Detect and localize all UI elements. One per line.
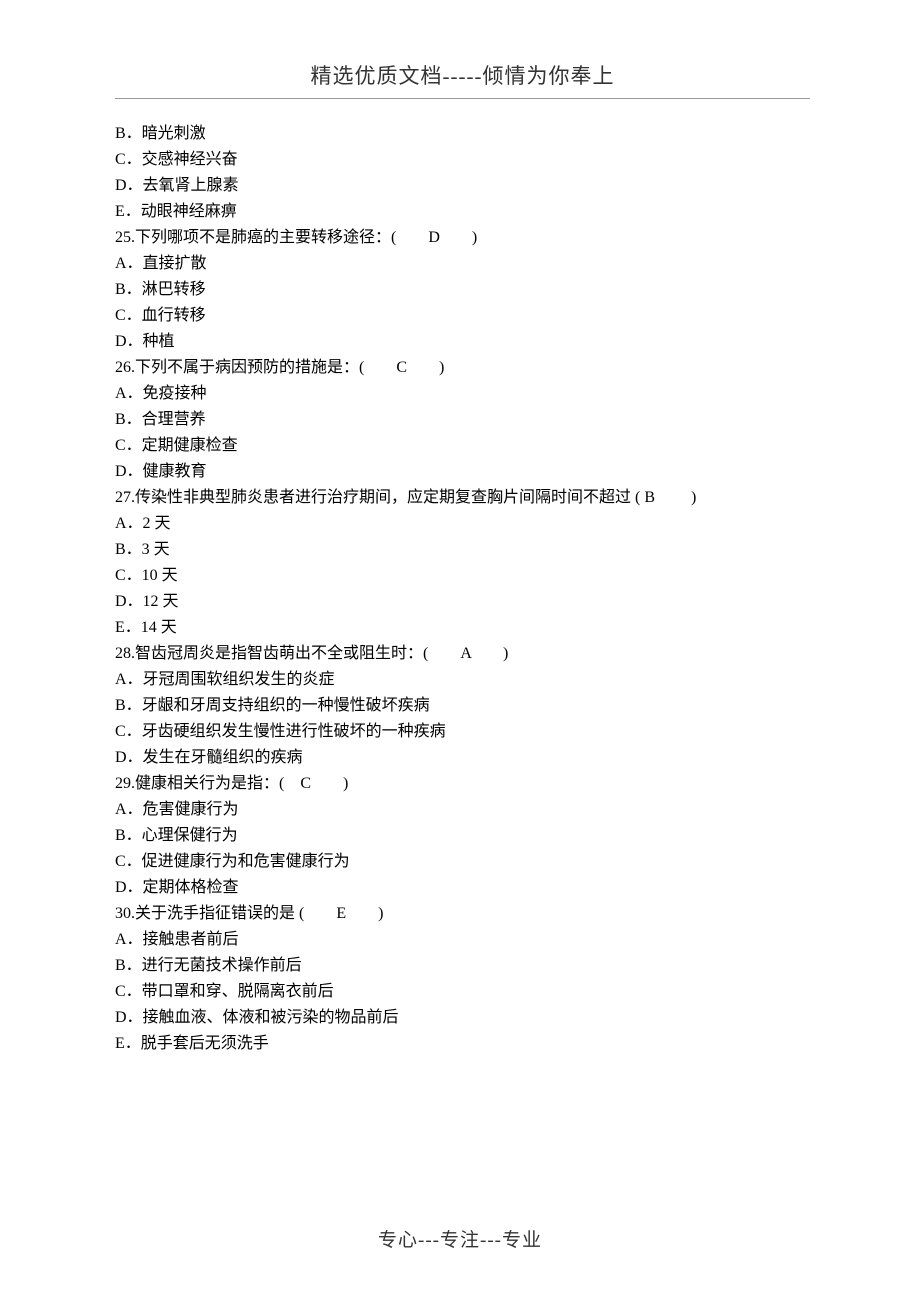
text-line: 25.下列哪项不是肺癌的主要转移途径：( D ) xyxy=(115,225,810,251)
document-page: 精选优质文档-----倾情为你奉上 B．暗光刺激C．交感神经兴奋D．去氧肾上腺素… xyxy=(0,0,920,1302)
text-line: B．心理保健行为 xyxy=(115,823,810,849)
text-line: D．种植 xyxy=(115,329,810,355)
text-line: A．危害健康行为 xyxy=(115,797,810,823)
text-line: B．淋巴转移 xyxy=(115,277,810,303)
text-line: 30.关于洗手指征错误的是 ( E ) xyxy=(115,901,810,927)
text-line: B．进行无菌技术操作前后 xyxy=(115,953,810,979)
text-line: C．带口罩和穿、脱隔离衣前后 xyxy=(115,979,810,1005)
text-line: A．接触患者前后 xyxy=(115,927,810,953)
text-line: 27.传染性非典型肺炎患者进行治疗期间，应定期复查胸片间隔时间不超过 ( B ) xyxy=(115,485,810,511)
text-line: A．2 天 xyxy=(115,511,810,537)
text-line: E．14 天 xyxy=(115,615,810,641)
text-line: 26.下列不属于病因预防的措施是：( C ) xyxy=(115,355,810,381)
text-line: B．暗光刺激 xyxy=(115,121,810,147)
text-line: 28.智齿冠周炎是指智齿萌出不全或阻生时：( A ) xyxy=(115,641,810,667)
text-line: D．健康教育 xyxy=(115,459,810,485)
text-line: C．牙齿硬组织发生慢性进行性破坏的一种疾病 xyxy=(115,719,810,745)
text-line: B．牙龈和牙周支持组织的一种慢性破坏疾病 xyxy=(115,693,810,719)
text-line: A．直接扩散 xyxy=(115,251,810,277)
document-content: B．暗光刺激C．交感神经兴奋D．去氧肾上腺素E．动眼神经麻痹25.下列哪项不是肺… xyxy=(115,121,810,1057)
text-line: E．动眼神经麻痹 xyxy=(115,199,810,225)
text-line: B．3 天 xyxy=(115,537,810,563)
text-line: A．免疫接种 xyxy=(115,381,810,407)
text-line: C．10 天 xyxy=(115,563,810,589)
text-line: D．接触血液、体液和被污染的物品前后 xyxy=(115,1005,810,1031)
text-line: D．定期体格检查 xyxy=(115,875,810,901)
text-line: C．定期健康检查 xyxy=(115,433,810,459)
page-header: 精选优质文档-----倾情为你奉上 xyxy=(115,60,810,99)
text-line: 29.健康相关行为是指：( C ) xyxy=(115,771,810,797)
text-line: D．去氧肾上腺素 xyxy=(115,173,810,199)
text-line: D．发生在牙髓组织的疾病 xyxy=(115,745,810,771)
text-line: B．合理营养 xyxy=(115,407,810,433)
text-line: E．脱手套后无须洗手 xyxy=(115,1031,810,1057)
text-line: C．血行转移 xyxy=(115,303,810,329)
text-line: C．交感神经兴奋 xyxy=(115,147,810,173)
text-line: C．促进健康行为和危害健康行为 xyxy=(115,849,810,875)
page-footer: 专心---专注---专业 xyxy=(0,1225,920,1252)
text-line: A．牙冠周围软组织发生的炎症 xyxy=(115,667,810,693)
text-line: D．12 天 xyxy=(115,589,810,615)
